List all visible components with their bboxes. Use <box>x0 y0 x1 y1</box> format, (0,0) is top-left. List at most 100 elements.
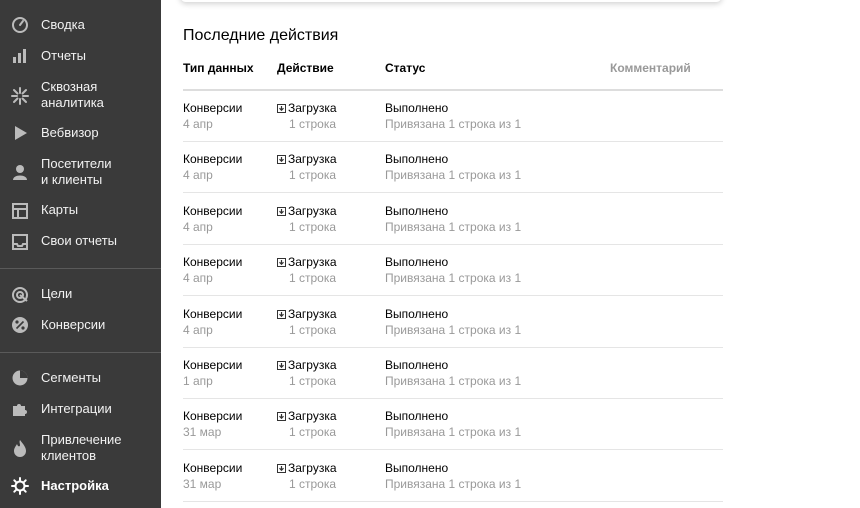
action-line: Загрузка <box>277 254 337 270</box>
sidebar-item-summary[interactable]: Сводка <box>0 16 161 36</box>
status-cell: Выполнено Привязана 1 строка из 1 <box>385 408 521 440</box>
sidebar-item-conversions[interactable]: Конверсии <box>0 316 161 336</box>
status-detail: Привязана 1 строка из 1 <box>385 271 522 285</box>
row-count: 1 строка <box>289 117 337 131</box>
sidebar-item-goals[interactable]: Цели <box>0 285 161 305</box>
row-count: 1 строка <box>289 220 337 234</box>
sidebar-item-integrations[interactable]: Интеграции <box>0 400 161 420</box>
sidebar-item-label: Вебвизор <box>41 125 99 140</box>
table-row: Конверсии 1 апр Загрузка 1 строка Выполнено П… <box>183 348 723 399</box>
data-type: Конверсии <box>183 307 243 321</box>
sidebar-item-label: Привлечение клиентов <box>41 432 122 463</box>
row-count: 1 строка <box>289 323 337 337</box>
previous-card-bottom <box>180 0 722 2</box>
row-count: 1 строка <box>289 374 337 388</box>
dashboard-gauge-icon <box>11 16 29 34</box>
data-type-cell: Конверсии 31 мар <box>183 408 242 440</box>
status-detail: Привязана 1 строка из 1 <box>385 323 522 337</box>
status-text: Выполнено <box>385 101 449 115</box>
download-icon <box>277 464 286 473</box>
status-detail: Привязана 1 строка из 1 <box>385 168 522 182</box>
sidebar-item-customer-acquisition[interactable]: Привлечение клиентов <box>0 431 161 465</box>
data-type-cell: Конверсии 4 апр <box>183 100 242 132</box>
percent-icon <box>11 316 29 334</box>
status-cell: Выполнено Привязана 1 строка из 1 <box>385 357 521 389</box>
status-cell: Выполнено Привязана 1 строка из 1 <box>385 151 521 183</box>
sidebar-item-reports[interactable]: Отчеты <box>0 47 161 67</box>
action-cell: Загрузка 1 строка <box>277 203 337 235</box>
table-row: Конверсии 4 апр Загрузка 1 строка Выполнено П… <box>183 297 723 348</box>
status-cell: Выполнено Привязана 1 строка из 1 <box>385 460 521 492</box>
flame-icon <box>11 439 29 457</box>
action-line: Загрузка <box>277 306 337 322</box>
row-count: 1 строка <box>289 168 337 182</box>
puzzle-icon <box>11 400 29 418</box>
sidebar-item-settings[interactable]: Настройка <box>0 477 161 497</box>
sidebar-item-end-to-end-analytics[interactable]: Сквозная аналитика <box>0 78 161 112</box>
status-text: Выполнено <box>385 152 449 166</box>
row-count: 1 строка <box>289 477 337 491</box>
status-detail: Привязана 1 строка из 1 <box>385 477 522 491</box>
download-icon <box>277 104 286 113</box>
action-label: Загрузка <box>288 204 337 218</box>
status-text: Выполнено <box>385 461 449 475</box>
action-cell: Загрузка 1 строка <box>277 254 337 286</box>
sidebar-item-label: Посетители и клиенты <box>41 156 112 187</box>
action-line: Загрузка <box>277 408 337 424</box>
sidebar-item-webvisor[interactable]: Вебвизор <box>0 124 161 144</box>
bar-chart-icon <box>11 47 29 65</box>
inbox-tray-icon <box>11 233 29 251</box>
data-type-cell: Конверсии 1 апр <box>183 357 242 389</box>
action-label: Загрузка <box>288 409 337 423</box>
action-line: Загрузка <box>277 357 337 373</box>
date: 4 апр <box>183 323 213 337</box>
end-to-end-analytics-icon <box>11 87 29 105</box>
action-cell: Загрузка 1 строка <box>277 460 337 492</box>
sidebar-item-visitors[interactable]: Посетители и клиенты <box>0 155 161 189</box>
action-line: Загрузка <box>277 100 337 116</box>
sidebar-item-label: Сквозная аналитика <box>41 79 104 110</box>
sidebar-divider <box>0 352 161 353</box>
data-type-cell: Конверсии 4 апр <box>183 203 242 235</box>
status-cell: Выполнено Привязана 1 строка из 1 <box>385 203 521 235</box>
action-label: Загрузка <box>288 461 337 475</box>
sidebar-item-label: Сегменты <box>41 370 102 385</box>
data-type-cell: Конверсии 31 мар <box>183 460 242 492</box>
download-icon <box>277 207 286 216</box>
sidebar-item-segments[interactable]: Сегменты <box>0 369 161 389</box>
action-label: Загрузка <box>288 358 337 372</box>
action-line: Загрузка <box>277 460 337 476</box>
status-detail: Привязана 1 строка из 1 <box>385 220 522 234</box>
sidebar-item-maps[interactable]: Карты <box>0 201 161 221</box>
download-icon <box>277 258 286 267</box>
table-row: Конверсии 31 мар Загрузка 1 строка Выполнено… <box>183 399 723 450</box>
row-count: 1 строка <box>289 271 337 285</box>
data-type: Конверсии <box>183 358 243 372</box>
sidebar-item-label: Сводка <box>41 17 85 32</box>
status-text: Выполнено <box>385 358 449 372</box>
sidebar-item-custom-reports[interactable]: Свои отчеты <box>0 232 161 252</box>
status-text: Выполнено <box>385 255 449 269</box>
download-icon <box>277 155 286 164</box>
sidebar-item-label: Свои отчеты <box>41 233 118 248</box>
sidebar: Сводка Отчеты Сквозная аналитика Вебвизо… <box>0 0 161 508</box>
sidebar-item-label: Настройка <box>41 478 109 493</box>
action-cell: Загрузка 1 строка <box>277 306 337 338</box>
column-header-status: Статус <box>385 61 426 75</box>
status-cell: Выполнено Привязана 1 строка из 1 <box>385 254 521 286</box>
status-text: Выполнено <box>385 409 449 423</box>
data-type: Конверсии <box>183 204 243 218</box>
data-type: Конверсии <box>183 409 243 423</box>
table-row: Конверсии 4 апр Загрузка 1 строка Выполнено П… <box>183 91 723 142</box>
data-type-cell: Конверсии 4 апр <box>183 151 242 183</box>
status-detail: Привязана 1 строка из 1 <box>385 374 522 388</box>
status-text: Выполнено <box>385 204 449 218</box>
table-row: Конверсии 4 апр Загрузка 1 строка Выполнено П… <box>183 245 723 296</box>
goal-target-icon <box>11 286 29 304</box>
data-type-cell: Конверсии 4 апр <box>183 254 242 286</box>
data-type: Конверсии <box>183 255 243 269</box>
person-icon <box>11 163 29 181</box>
column-header-comment: Комментарий <box>610 61 691 75</box>
table-row: Конверсии 4 апр Загрузка 1 строка Выполнено П… <box>183 194 723 245</box>
date: 31 мар <box>183 425 222 439</box>
